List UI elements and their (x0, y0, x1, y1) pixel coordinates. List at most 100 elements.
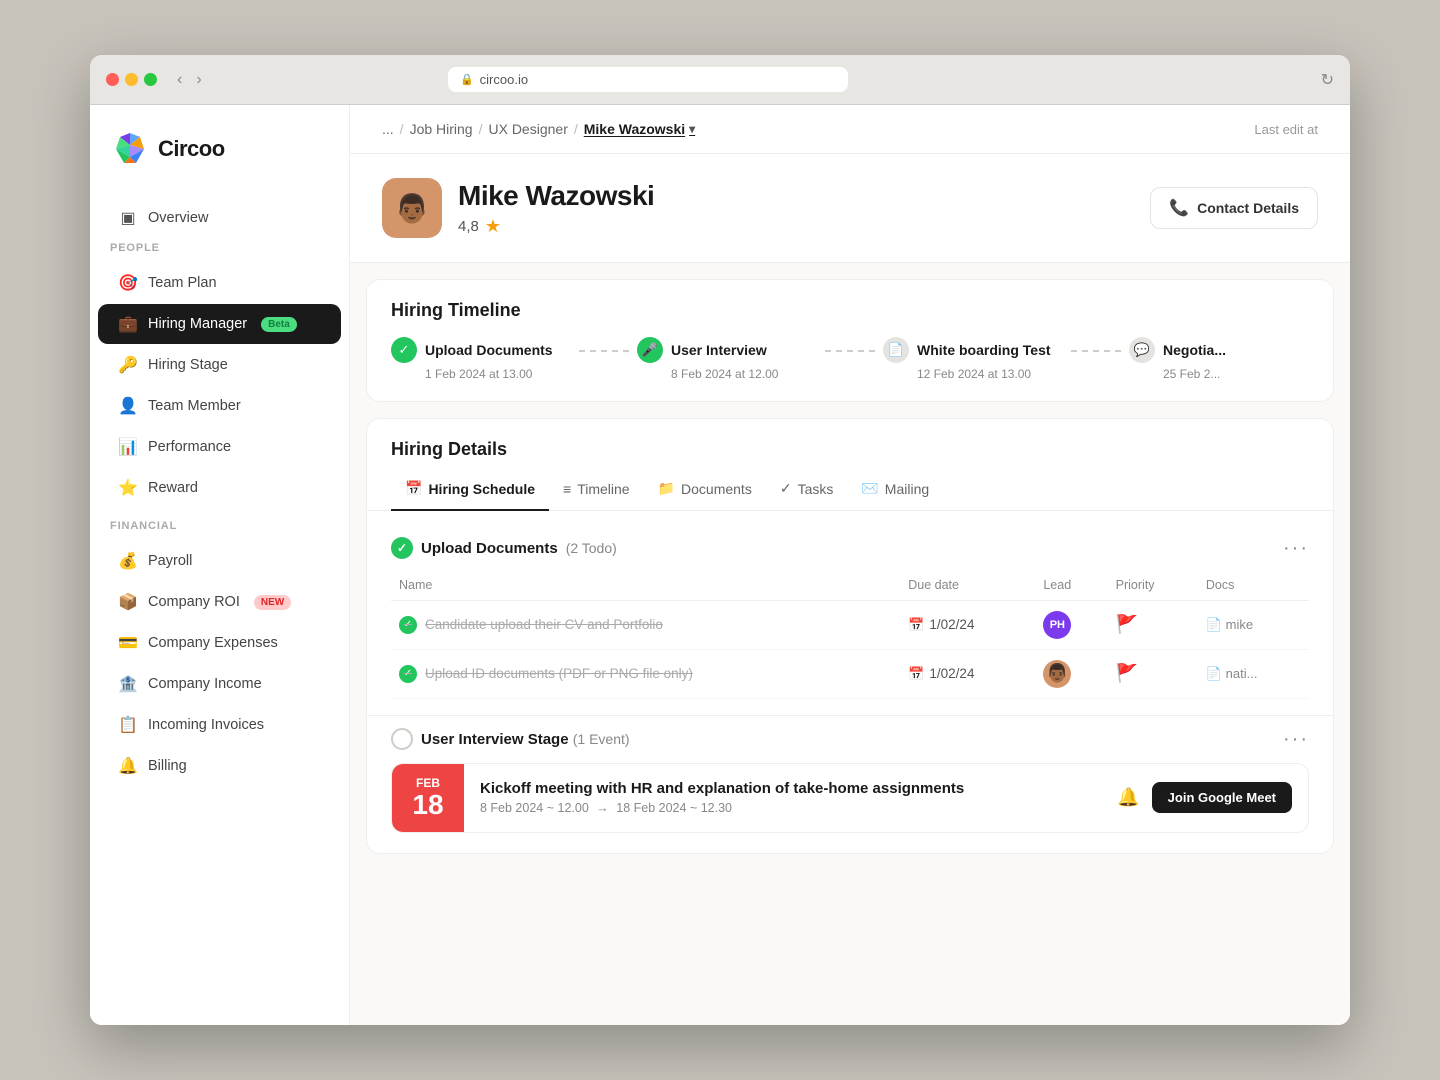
breadcrumb-sep-1: / (400, 121, 404, 137)
task-name-2: Upload ID documents (PDF or PNG file onl… (425, 666, 693, 681)
star-icon: ★ (485, 216, 501, 237)
sidebar-item-team-plan[interactable]: 🎯 Team Plan (98, 263, 341, 303)
task-due-date-1: 📅 1/02/24 (900, 600, 1035, 649)
date-value-2: 1/02/24 (929, 666, 974, 681)
tab-hiring-schedule[interactable]: 📅 Hiring Schedule (391, 472, 549, 511)
arrow-icon: → (596, 801, 609, 815)
logo-text: Circoo (158, 136, 225, 162)
forward-button[interactable]: › (192, 69, 205, 91)
calendar-icon-2: 📅 (908, 666, 924, 682)
sidebar-item-company-roi[interactable]: 📦 Company ROI NEW (98, 582, 341, 622)
overview-icon: ▣ (118, 208, 138, 228)
breadcrumb-ux-designer[interactable]: UX Designer (488, 121, 567, 137)
close-button[interactable] (106, 73, 119, 86)
sidebar-item-company-expenses-label: Company Expenses (148, 635, 278, 651)
sidebar-item-billing[interactable]: 🔔 Billing (98, 746, 341, 786)
more-options-button[interactable]: ··· (1283, 537, 1309, 560)
profile-name: Mike Wazowski (458, 180, 654, 212)
task-docs-1: 📄 mike (1198, 600, 1309, 649)
event-time: 8 Feb 2024 ~ 12.00 → 18 Feb 2024 ~ 12.30 (480, 801, 1101, 815)
sidebar-item-company-expenses[interactable]: 💳 Company Expenses (98, 623, 341, 663)
traffic-lights (106, 73, 157, 86)
upload-documents-group: ✓ Upload Documents (2 Todo) ··· Name Due… (367, 511, 1333, 715)
breadcrumb-current[interactable]: Mike Wazowski ▾ (584, 121, 695, 137)
timeline-row: ✓ Upload Documents 1 Feb 2024 at 13.00 🎤… (367, 337, 1333, 401)
stage-count: (1 Event) (573, 731, 630, 747)
hiring-timeline-card: Hiring Timeline ✓ Upload Documents 1 Feb… (366, 279, 1334, 402)
doc-icon-1: 📄 mike (1206, 617, 1253, 632)
contact-details-label: Contact Details (1197, 200, 1299, 216)
profile-rating: 4,8 ★ (458, 216, 654, 237)
tab-mailing[interactable]: ✉️ Mailing (847, 472, 943, 511)
breadcrumb-ellipsis[interactable]: ... (382, 121, 394, 137)
sidebar-item-team-member[interactable]: 👤 Team Member (98, 386, 341, 426)
timeline-dots-3 (1071, 350, 1121, 352)
back-button[interactable]: ‹ (173, 69, 186, 91)
doc-icon-2: 📄 nati... (1206, 666, 1258, 681)
breadcrumb: ... / Job Hiring / UX Designer / Mike Wa… (382, 121, 695, 137)
company-expenses-icon: 💳 (118, 633, 138, 653)
minimize-button[interactable] (125, 73, 138, 86)
circoo-logo (110, 129, 150, 169)
logo-area: Circoo (90, 129, 349, 197)
tab-documents[interactable]: 📁 Documents (644, 472, 766, 511)
reward-icon: ⭐ (118, 478, 138, 498)
timeline-icon: ≡ (563, 481, 571, 497)
task-priority-2: 🚩 (1108, 649, 1198, 698)
stage-more-options-button[interactable]: ··· (1283, 728, 1309, 751)
phone-icon: 📞 (1169, 198, 1189, 218)
contact-details-button[interactable]: 📞 Contact Details (1150, 187, 1318, 229)
sidebar-item-hiring-stage[interactable]: 🔑 Hiring Stage (98, 345, 341, 385)
step-name-negotiation: Negotia... (1163, 342, 1226, 358)
task-name-1: Candidate upload their CV and Portfolio (425, 617, 663, 632)
col-lead: Lead (1035, 572, 1107, 601)
reload-button[interactable]: ↻ (1321, 70, 1334, 90)
tabs-row: 📅 Hiring Schedule ≡ Timeline 📁 Documents… (367, 460, 1333, 511)
task-name-cell-2: ✓ Upload ID documents (PDF or PNG file o… (391, 649, 900, 698)
step-date-interview: 8 Feb 2024 at 12.00 (671, 367, 778, 381)
incoming-invoices-icon: 📋 (118, 715, 138, 735)
beta-badge: Beta (261, 317, 297, 332)
billing-icon: 🔔 (118, 756, 138, 776)
rating-value: 4,8 (458, 218, 479, 235)
join-google-meet-button[interactable]: Join Google Meet (1152, 782, 1292, 813)
breadcrumb-sep-3: / (574, 121, 578, 137)
tasks-icon: ✓ (780, 480, 792, 497)
date-value-1: 1/02/24 (929, 617, 974, 632)
address-bar[interactable]: 🔒 circoo.io (448, 67, 848, 92)
step-name-whiteboard: White boarding Test (917, 342, 1051, 358)
lock-icon: 🔒 (460, 73, 474, 86)
sidebar-item-payroll[interactable]: 💰 Payroll (98, 541, 341, 581)
sidebar-item-incoming-invoices[interactable]: 📋 Incoming Invoices (98, 705, 341, 745)
sidebar-item-team-plan-label: Team Plan (148, 275, 217, 291)
tab-timeline-label: Timeline (577, 481, 629, 497)
priority-flag-1: 🚩 (1116, 614, 1138, 634)
task-check-icon-1: ✓ (399, 616, 417, 634)
sidebar-item-incoming-invoices-label: Incoming Invoices (148, 717, 264, 733)
last-edit-text: Last edit at (1254, 122, 1318, 137)
maximize-button[interactable] (144, 73, 157, 86)
task-priority-1: 🚩 (1108, 600, 1198, 649)
event-title: Kickoff meeting with HR and explanation … (480, 780, 1101, 797)
bell-icon[interactable]: 🔔 (1117, 787, 1139, 808)
sidebar-item-company-income[interactable]: 🏦 Company Income (98, 664, 341, 704)
tab-timeline[interactable]: ≡ Timeline (549, 472, 644, 511)
sidebar-item-reward[interactable]: ⭐ Reward (98, 468, 341, 508)
tab-tasks[interactable]: ✓ Tasks (766, 472, 848, 511)
team-plan-icon: 🎯 (118, 273, 138, 293)
stage-toggle[interactable]: User Interview Stage (1 Event) (391, 728, 630, 750)
sidebar-item-overview[interactable]: ▣ Overview (98, 198, 341, 238)
priority-flag-2: 🚩 (1116, 663, 1138, 683)
toggle-circle (391, 728, 413, 750)
profile-info: Mike Wazowski 4,8 ★ (458, 180, 654, 237)
event-time-end: 18 Feb 2024 ~ 12.30 (616, 801, 732, 815)
step-date-upload: 1 Feb 2024 at 13.00 (425, 367, 532, 381)
event-time-start: 8 Feb 2024 ~ 12.00 (480, 801, 589, 815)
sidebar-item-performance[interactable]: 📊 Performance (98, 427, 341, 467)
sidebar-item-hiring-manager[interactable]: 💼 Hiring Manager Beta (98, 304, 341, 344)
step-check-icon: ✓ (391, 337, 417, 363)
task-group-title: ✓ Upload Documents (2 Todo) (391, 537, 617, 559)
breadcrumb-job-hiring[interactable]: Job Hiring (410, 121, 473, 137)
task-group-name: Upload Documents (421, 540, 558, 557)
col-docs: Docs (1198, 572, 1309, 601)
